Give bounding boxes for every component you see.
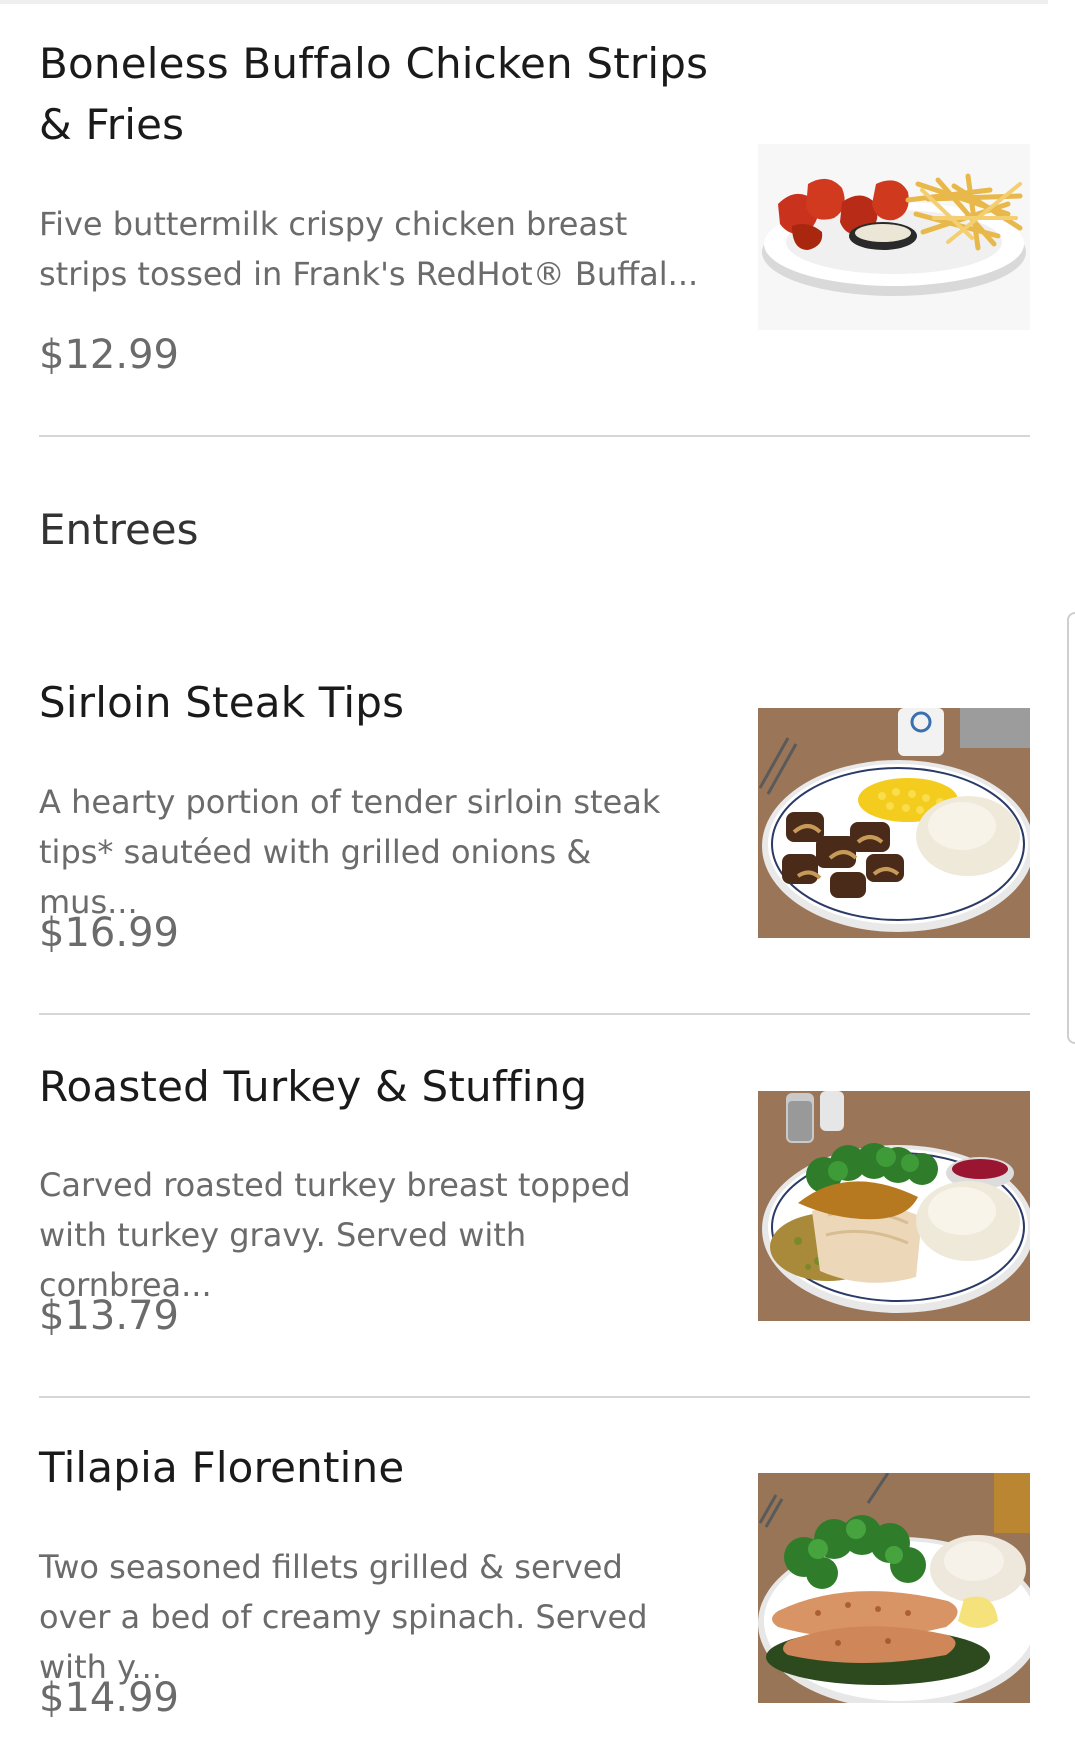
menu-item-description: A hearty portion of tender sirloin steak… — [39, 783, 661, 921]
menu-item-title: Tilapia Florentine — [39, 1443, 405, 1492]
menu-item-tilapia-florentine[interactable]: Tilapia Florentine Two seasoned fillets … — [39, 1397, 1030, 1751]
menu-item-roasted-turkey-stuffing[interactable]: Roasted Turkey & Stuffing Carved roasted… — [39, 1014, 1030, 1397]
menu-item-title: Roasted Turkey & Stuffing — [39, 1062, 588, 1111]
menu-item-description: Carved roasted turkey breast topped with… — [39, 1166, 631, 1304]
roasted-turkey-photo — [758, 1091, 1030, 1321]
menu-item-description: Two seasoned fillets grilled & served ov… — [39, 1548, 648, 1686]
menu-item-price: $16.99 — [39, 910, 179, 956]
menu-item-price: $12.99 — [39, 332, 179, 378]
menu-item-price: $14.99 — [39, 1675, 179, 1721]
menu-item-buffalo-chicken-strips[interactable]: Boneless Buffalo Chicken Strips & Fries … — [39, 0, 1030, 436]
menu-item-title: Boneless Buffalo Chicken Strips & Fries — [39, 39, 709, 149]
menu-item-sirloin-steak-tips[interactable]: Sirloin Steak Tips A hearty portion of t… — [39, 660, 1030, 1014]
scrollbar[interactable] — [1067, 612, 1075, 1044]
menu-item-price: $13.79 — [39, 1293, 179, 1339]
tilapia-florentine-photo — [758, 1473, 1030, 1703]
sirloin-steak-tips-photo — [758, 708, 1030, 938]
chicken-strips-photo — [758, 144, 1030, 330]
section-title-entrees: Entrees — [39, 505, 199, 554]
menu-item-description: Five buttermilk crispy chicken breast st… — [39, 205, 699, 293]
menu-item-title: Sirloin Steak Tips — [39, 678, 405, 727]
menu-divider — [39, 435, 1030, 437]
